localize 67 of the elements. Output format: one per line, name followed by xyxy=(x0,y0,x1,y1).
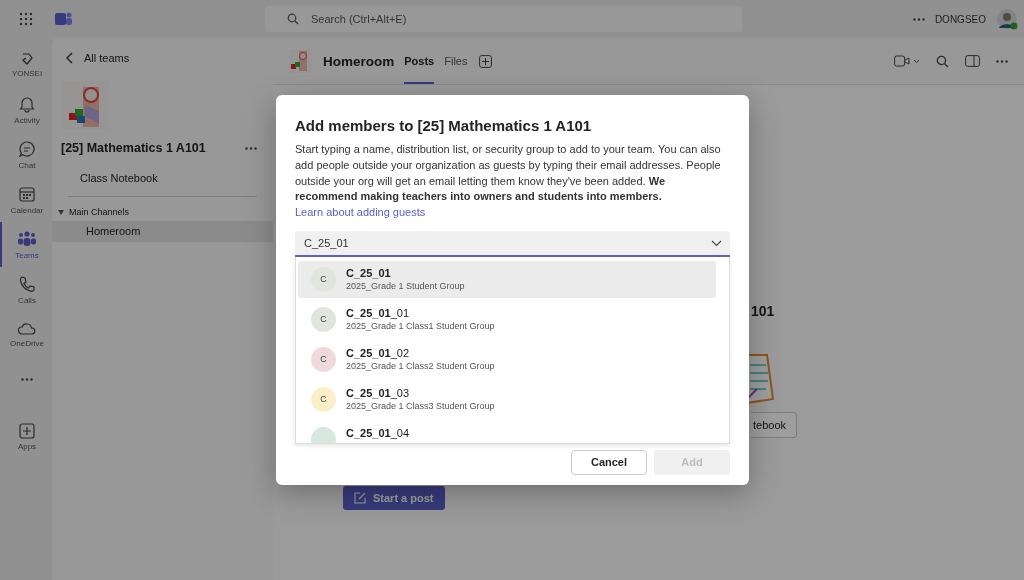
group-name: C_25_01 xyxy=(346,267,392,279)
group-avatar: C xyxy=(311,387,336,412)
group-description: 2025_Grade 1 Class2 Student Group xyxy=(346,361,495,371)
dialog-description: Start typing a name, distribution list, or security group to add to your team. You can also add people outside your organization as guests by typing their email addresses. People outside your org will get an email letting them know they've been added. We recommend making teachers into owners and students into members. Learn about adding guests xyxy=(295,142,722,221)
calendar-icon xyxy=(18,184,36,203)
group-name: C_25_01_01 xyxy=(346,307,410,319)
member-search-field[interactable]: C_25_01 xyxy=(295,231,730,257)
app-launcher-icon[interactable] xyxy=(19,12,33,26)
add-tab-icon[interactable] xyxy=(479,54,493,68)
cloud-icon xyxy=(17,321,37,336)
user-name: DONGSEO xyxy=(934,13,986,25)
rail-item[interactable]: Calls xyxy=(0,267,52,312)
suggestion-item[interactable]: C C_25_01_01 2025_Grade 1 Class1 Student Group xyxy=(298,301,716,338)
tab[interactable]: Files xyxy=(444,38,468,84)
channel-title: Homeroom xyxy=(323,53,395,69)
team-name: [25] Mathematics 1 A101 xyxy=(61,141,206,155)
caret-icon xyxy=(58,209,64,215)
group-description: 2025_Grade 1 Class3 Student Group xyxy=(346,401,495,411)
more-icon[interactable] xyxy=(912,17,925,21)
class-notebook-link[interactable]: Class Notebook xyxy=(52,155,158,184)
bell-icon xyxy=(18,94,36,113)
chevron-icon xyxy=(711,240,722,247)
more-icon[interactable] xyxy=(245,146,257,150)
start-post-button[interactable]: Start a post xyxy=(343,486,445,510)
back-link[interactable]: All teams xyxy=(52,50,144,66)
dialog-title: Add members to [25] Mathematics 1 A101 xyxy=(295,117,593,134)
video-camera-icon[interactable] xyxy=(894,55,920,67)
rail-item[interactable]: Calendar xyxy=(0,177,52,222)
search-icon xyxy=(287,13,299,25)
group-name: C_25_01_03 xyxy=(346,387,410,399)
suggestion-item[interactable]: C_25_01_04 xyxy=(298,421,716,443)
group-avatar: C xyxy=(311,267,336,292)
group-name: C_25_01_04 xyxy=(346,427,409,439)
open-notebook-button[interactable]: tebook xyxy=(751,412,798,438)
teams-logo-icon xyxy=(55,11,73,27)
compose-icon xyxy=(354,492,366,504)
phone-icon xyxy=(18,274,36,293)
rail-item[interactable]: Chat xyxy=(0,132,52,177)
group-description: 2025_Grade 1 Student Group xyxy=(346,281,465,291)
rail-item[interactable]: YONSEI xyxy=(0,42,52,87)
learn-more-link[interactable]: Learn about adding guests xyxy=(295,206,426,219)
channel-item[interactable]: Homeroom xyxy=(52,221,273,242)
rail-item[interactable]: OneDrive xyxy=(0,312,52,357)
suggestion-item[interactable]: C C_25_01 2025_Grade 1 Student Group xyxy=(298,261,716,298)
search-field[interactable]: Search (Ctrl+Alt+E) xyxy=(265,6,742,32)
group-avatar: C xyxy=(311,347,336,372)
group-name: C_25_01_02 xyxy=(346,347,410,359)
more-icon xyxy=(21,378,33,381)
rail-item[interactable]: Activity xyxy=(0,87,52,132)
user-avatar-icon[interactable] xyxy=(996,8,1018,30)
section-header[interactable]: Main Channels xyxy=(52,207,130,221)
panel-icon[interactable] xyxy=(965,55,980,67)
add-apps-icon xyxy=(19,422,35,439)
cancel-button[interactable]: Cancel xyxy=(571,450,647,475)
rail-item[interactable]: Apps xyxy=(0,414,52,459)
suggestion-item[interactable]: C C_25_01_02 2025_Grade 1 Class2 Student Group xyxy=(298,341,716,378)
group-avatar: C xyxy=(311,307,336,332)
back-icon xyxy=(66,52,74,64)
more-icon[interactable] xyxy=(996,59,1008,63)
welcome-heading: 101 xyxy=(751,303,775,319)
people-icon xyxy=(17,229,37,248)
logo-icon xyxy=(20,51,34,66)
chat-icon xyxy=(18,139,36,158)
suggestion-item[interactable]: C C_25_01_03 2025_Grade 1 Class3 Student Group xyxy=(298,381,716,418)
search-icon[interactable] xyxy=(936,54,949,68)
group-description: 2025_Grade 1 Class1 Student Group xyxy=(346,321,495,331)
tab[interactable]: Posts xyxy=(404,38,435,84)
